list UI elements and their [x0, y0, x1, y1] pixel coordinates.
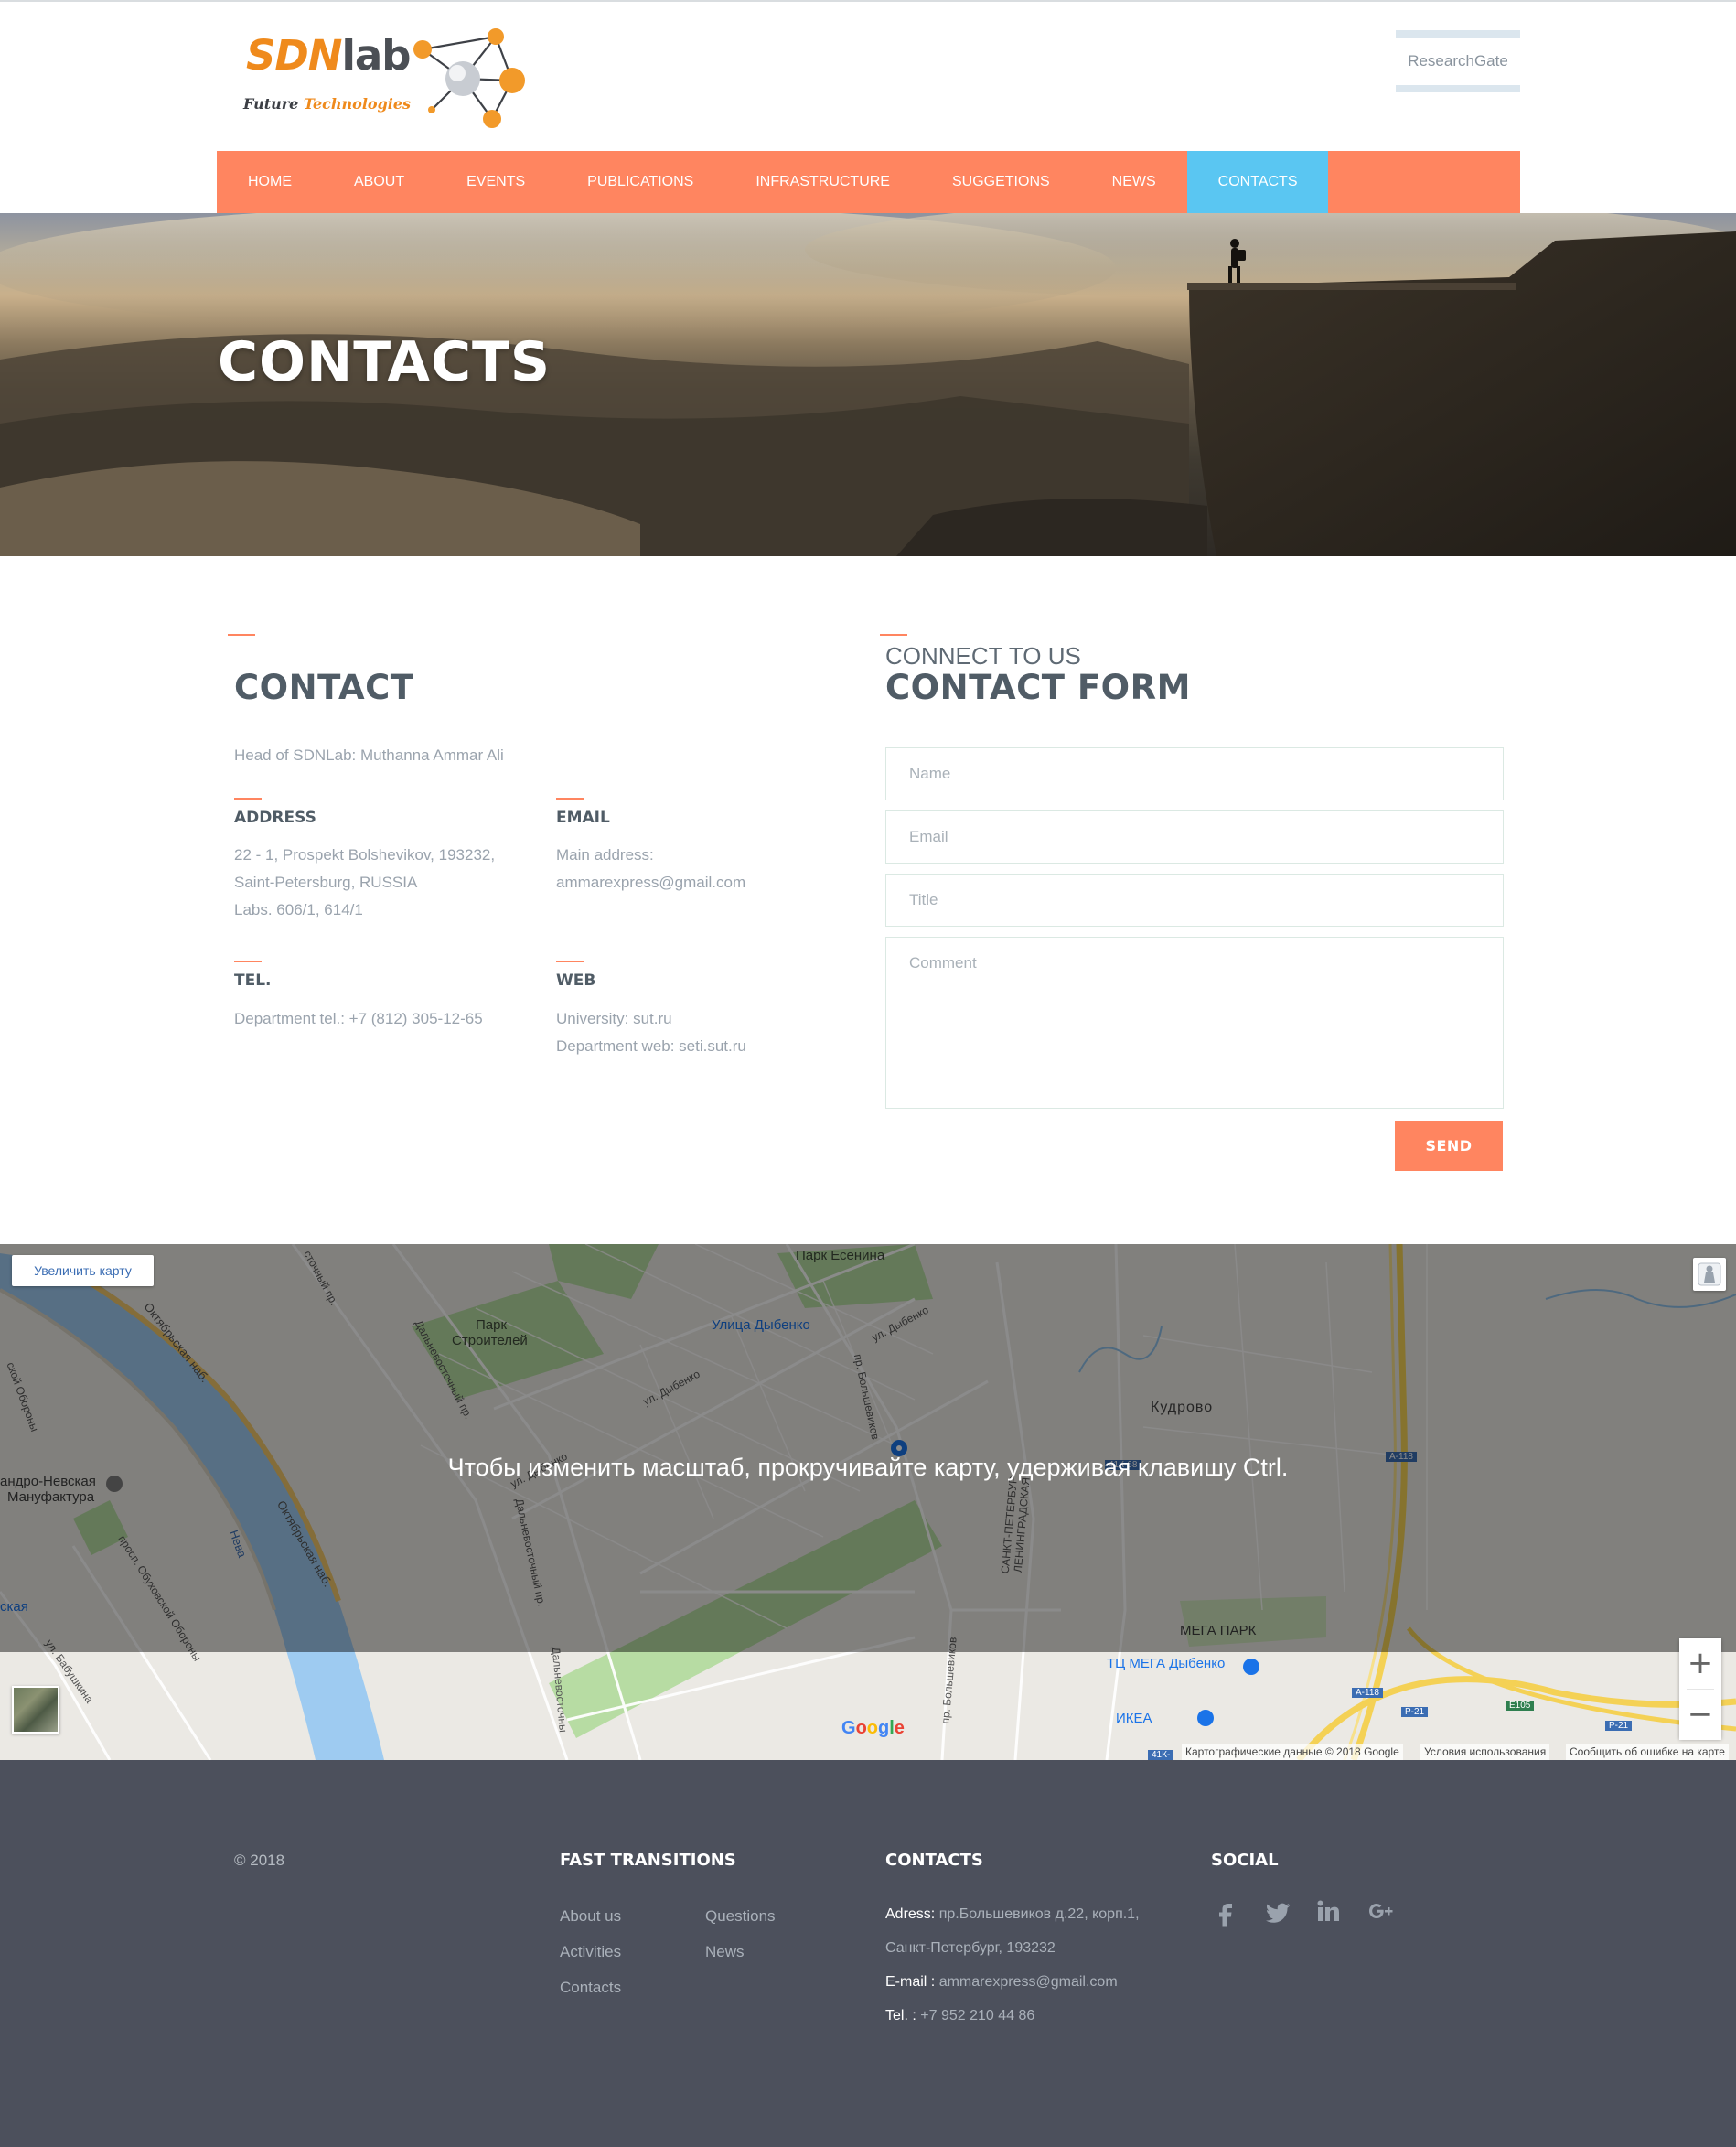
comment-field[interactable]	[885, 937, 1504, 1109]
address-line-2: Saint-Petersburg, RUSSIA	[234, 874, 418, 891]
zoom-out-button[interactable]: −	[1679, 1690, 1721, 1740]
footer-tel-label: Tel. :	[885, 2008, 916, 2024]
street-view-pegman-icon[interactable]	[1693, 1258, 1726, 1291]
footer-email-label: E-mail :	[885, 1974, 936, 1990]
footer-social-heading: SOCIAL	[1211, 1851, 1279, 1870]
contact-heading: CONTACT	[234, 668, 414, 707]
nav-contacts[interactable]: CONTACTS	[1186, 151, 1329, 213]
footer-copyright: © 2018	[234, 1852, 285, 1869]
web-university[interactable]: University: sut.ru	[556, 1005, 672, 1033]
map-label-tc-mega: ТЦ МЕГА Дыбенко	[1107, 1656, 1226, 1671]
footer-link-about-us[interactable]: About us	[560, 1907, 621, 1926]
footer-email-value[interactable]: ammarexpress@gmail.com	[939, 1974, 1118, 1990]
logo-tagline: Future Technologies	[243, 95, 412, 113]
footer-address-line-1: Adress: пр.Большевиков д.22, корп.1,	[885, 1906, 1140, 1923]
tel-value: Department tel.: +7 (812) 305-12-65	[234, 1010, 483, 1027]
nav-suggetions[interactable]: SUGGETIONS	[921, 151, 1081, 213]
footer-address-label: Adress:	[885, 1906, 936, 1922]
footer-email-line: E-mail : ammarexpress@gmail.com	[885, 1974, 1118, 1991]
footer-link-activities[interactable]: Activities	[560, 1943, 621, 1961]
head-of-lab-text: Head of SDNLab: Muthanna Ammar Ali	[234, 746, 504, 764]
title-field[interactable]	[885, 874, 1504, 927]
name-field[interactable]	[885, 747, 1504, 800]
map-shield-r21-1: Р-21	[1401, 1707, 1429, 1717]
map-shield-a118-2: А-118	[1352, 1688, 1383, 1698]
map-zoom-control: + −	[1679, 1638, 1721, 1740]
page-title: CONTACTS	[218, 330, 552, 394]
map-shield-41k-bottom: 41К-	[1148, 1750, 1174, 1760]
map-data-credit: Картографические данные © 2018 Google	[1182, 1744, 1403, 1760]
email-field[interactable]	[885, 810, 1504, 864]
map-scroll-hint-overlay: Чтобы изменить масштаб, прокручивайте ка…	[0, 1244, 1736, 1652]
footer-contacts-heading: CONTACTS	[885, 1851, 983, 1870]
google-logo: Google	[841, 1718, 905, 1738]
nav-home[interactable]: HOME	[217, 151, 323, 213]
footer-tel-line: Tel. : +7 952 210 44 86	[885, 2008, 1034, 2024]
top-border	[0, 0, 1736, 2]
researchgate-button[interactable]: ResearchGate	[1396, 30, 1520, 92]
map-label-ikea: ИКЕА	[1116, 1711, 1152, 1726]
footer-link-news[interactable]: News	[705, 1943, 745, 1961]
nav-publications[interactable]: PUBLICATIONS	[556, 151, 724, 213]
footer-social-icons	[1211, 1896, 1396, 1929]
address-accent-line	[234, 798, 262, 800]
zoom-in-button[interactable]: +	[1679, 1638, 1721, 1689]
map-terms-link[interactable]: Условия использования	[1420, 1744, 1550, 1760]
footer-link-questions[interactable]: Questions	[705, 1907, 776, 1926]
twitter-icon[interactable]	[1262, 1896, 1293, 1927]
logo-wordmark: SDNlab	[246, 31, 411, 80]
google-map[interactable]: Парк Есенина Парк Строителей Улица Дыбен…	[0, 1244, 1736, 1760]
nav-about[interactable]: ABOUT	[323, 151, 435, 213]
nav-news[interactable]: NEWS	[1081, 151, 1187, 213]
footer-address-value: пр.Большевиков д.22, корп.1,	[938, 1906, 1140, 1922]
email-heading: EMAIL	[556, 809, 610, 827]
web-accent-line	[556, 961, 584, 962]
footer-link-contacts[interactable]: Contacts	[560, 1979, 621, 1997]
address-line-1: 22 - 1, Prospekt Bolshevikov, 193232,	[234, 846, 496, 864]
footer-tel-value: +7 952 210 44 86	[920, 2008, 1035, 2024]
send-button[interactable]: SEND	[1395, 1121, 1503, 1171]
address-heading: ADDRESS	[234, 809, 316, 827]
footer-fast-transitions-heading: FAST TRANSITIONS	[560, 1851, 736, 1870]
form-accent-line	[880, 634, 907, 636]
footer-address-line-2: Санкт-Петербург, 193232	[885, 1940, 1056, 1956]
web-heading: WEB	[556, 972, 596, 990]
nav-infrastructure[interactable]: INFRASTRUCTURE	[724, 151, 921, 213]
email-accent-line	[556, 798, 584, 800]
form-pretitle: CONNECT TO US	[885, 642, 1081, 670]
nav-events[interactable]: EVENTS	[435, 151, 556, 213]
tel-heading: TEL.	[234, 972, 272, 990]
web-department[interactable]: Department web: seti.sut.ru	[556, 1033, 746, 1060]
address-line-3: Labs. 606/1, 614/1	[234, 901, 363, 918]
form-heading: CONTACT FORM	[885, 668, 1191, 707]
email-value[interactable]: ammarexpress@gmail.com	[556, 869, 745, 896]
map-shield-r21-2: Р-21	[1605, 1721, 1633, 1731]
hero-banner: CONTACTS	[0, 213, 1736, 556]
enlarge-map-button[interactable]: Увеличить карту	[12, 1255, 154, 1286]
linkedin-icon[interactable]	[1313, 1896, 1345, 1927]
section-accent-line	[228, 634, 255, 636]
tel-accent-line	[234, 961, 262, 962]
site-footer	[0, 1760, 1736, 2147]
main-nav: HOME ABOUT EVENTS PUBLICATIONS INFRASTRU…	[217, 151, 1520, 213]
logo[interactable]: SDNlab Future Technologies	[243, 26, 531, 134]
email-label: Main address:	[556, 846, 654, 864]
map-report-error-link[interactable]: Сообщить об ошибке на карте	[1566, 1744, 1729, 1760]
molecule-logo-icon	[413, 28, 525, 128]
facebook-icon[interactable]	[1211, 1896, 1242, 1927]
map-scroll-hint-text: Чтобы изменить масштаб, прокручивайте ка…	[447, 1453, 1289, 1481]
map-shield-e105: Е105	[1506, 1701, 1535, 1711]
satellite-view-toggle[interactable]	[12, 1686, 59, 1734]
google-plus-icon[interactable]	[1365, 1896, 1396, 1927]
